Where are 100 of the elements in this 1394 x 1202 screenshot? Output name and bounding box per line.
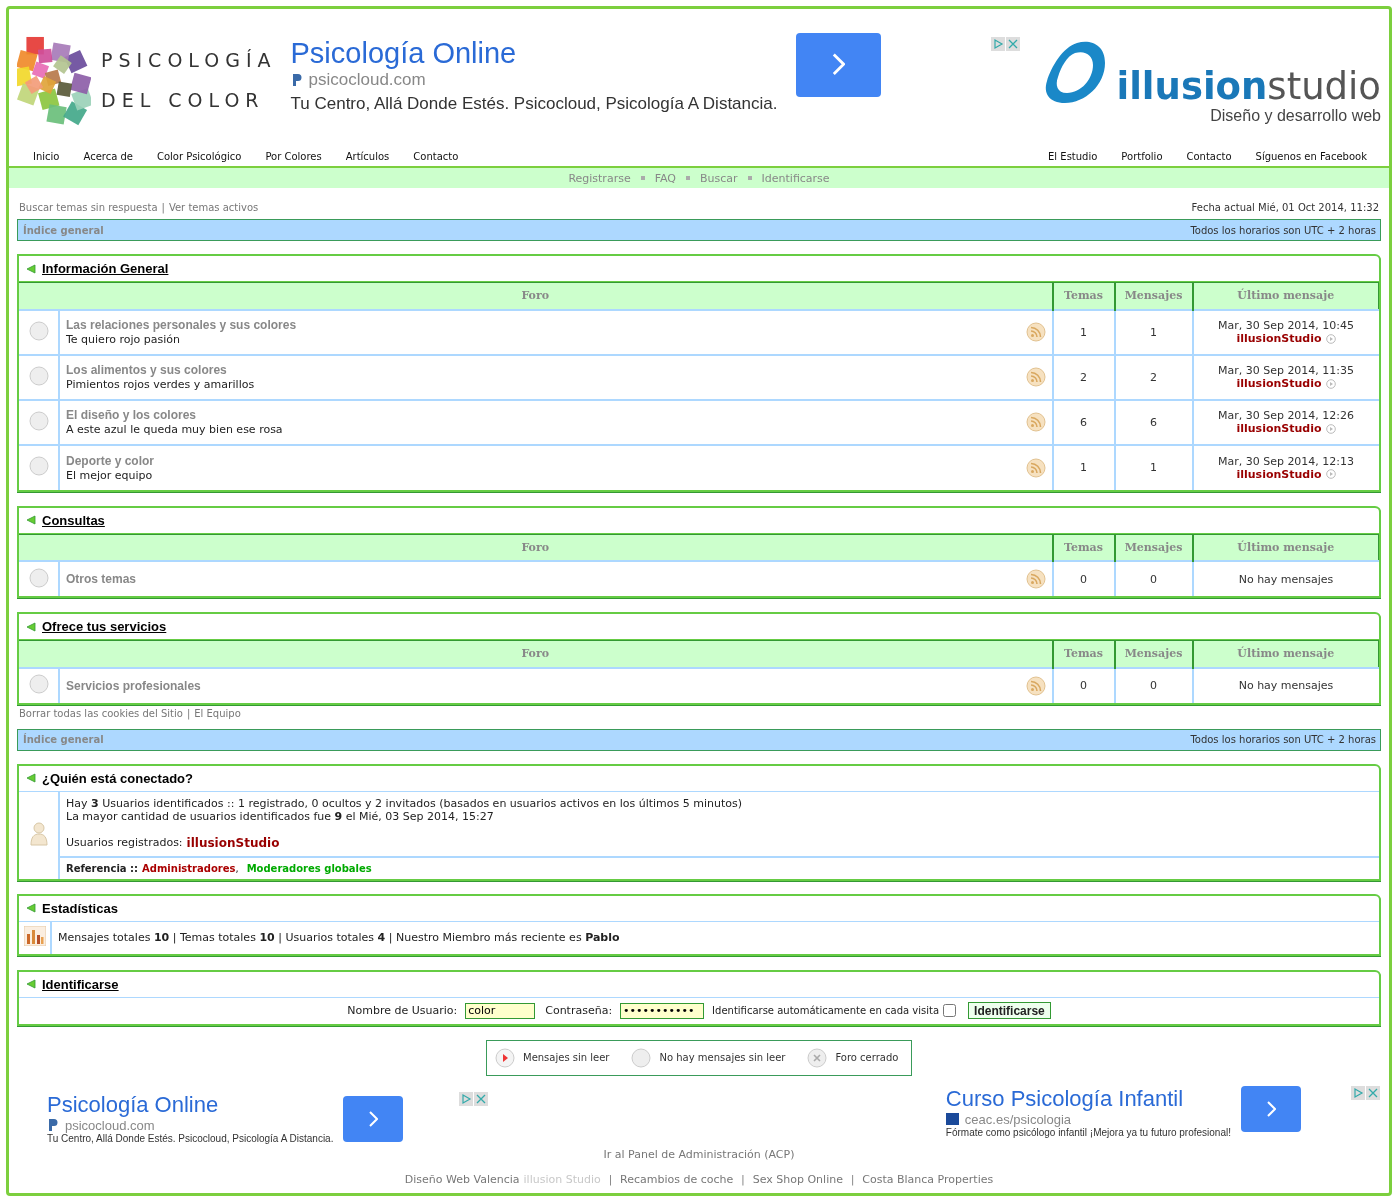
column-header: Temas <box>1052 640 1115 668</box>
read-icon <box>631 1047 652 1068</box>
credit-link[interactable]: Sex Shop Online <box>752 1172 843 1186</box>
ad-arrow-button[interactable] <box>343 1095 404 1142</box>
forum-title[interactable]: El diseño y los colores <box>66 408 283 422</box>
ad-choices-icon[interactable] <box>990 37 1021 51</box>
user-icon <box>29 821 48 846</box>
footer-link[interactable]: Borrar todas las cookies del Sitio <box>19 707 183 719</box>
ad-choices-icon[interactable] <box>459 1091 490 1106</box>
arrow-icon <box>26 263 36 274</box>
nav-link[interactable]: Portfolio <box>1121 151 1163 162</box>
last-post-date: Mar, 30 Sep 2014, 10:45 <box>1217 319 1355 332</box>
studio-logo-text: illusionstudio <box>1116 67 1381 107</box>
user-link[interactable]: illusionStudio <box>186 835 280 850</box>
forum-title[interactable]: Servicios profesionales <box>66 678 201 693</box>
forum-title[interactable]: Deporte y color <box>66 453 155 468</box>
column-header: Mensajes <box>1114 282 1193 310</box>
comma: , <box>235 861 239 875</box>
user-link[interactable]: Identificarse <box>761 171 830 185</box>
quick-link[interactable]: Ver temas activos <box>168 202 259 213</box>
current-date: Fecha actual Mié, 01 Oct 2014, 11:32 <box>1191 202 1379 213</box>
section-title[interactable]: Identificarse <box>42 976 119 992</box>
ad-arrow-button[interactable] <box>1241 1085 1301 1132</box>
posts-count: 2 <box>1150 370 1157 384</box>
autologin-label: Identificarse automáticamente en cada visita <box>712 1005 940 1016</box>
rss-icon[interactable] <box>1025 675 1046 696</box>
login-button[interactable]: Identificarse <box>968 1002 1051 1019</box>
p-icon <box>47 1118 59 1132</box>
legend-label: No hay mensajes sin leer <box>659 1052 786 1063</box>
column-header: Mensajes <box>1114 640 1193 668</box>
last-post-date: Mar, 30 Sep 2014, 12:13 <box>1217 454 1355 468</box>
nav-link[interactable]: Color Psicológico <box>157 151 242 162</box>
separator: | <box>161 202 165 213</box>
logo-text: PSICOLOGÍA <box>101 49 277 71</box>
author-link[interactable]: illusionStudio <box>1236 377 1322 390</box>
separator: | <box>186 707 191 719</box>
footer-link[interactable]: El Equipo <box>194 707 241 719</box>
rss-icon[interactable] <box>1025 457 1046 478</box>
autologin-checkbox[interactable] <box>943 1004 957 1017</box>
ad-title[interactable]: Psicología Online <box>47 1091 334 1118</box>
rss-icon[interactable] <box>1025 367 1046 387</box>
record-text: La mayor cantidad de usuarios identificados fue 9 el Mié, 03 Sep 2014, 15:27 <box>66 809 495 823</box>
password-field[interactable]: ••••••••••• <box>620 1002 705 1019</box>
username-field[interactable]: color <box>465 1002 536 1019</box>
user-link[interactable]: Buscar <box>700 171 738 185</box>
ad-domain: ceac.es/psicologia <box>964 1111 1072 1127</box>
legend-label: Referencia :: <box>66 861 139 875</box>
nav-link[interactable]: Síguenos en Facebook <box>1255 151 1367 162</box>
user-link[interactable]: Registrarse <box>568 171 631 185</box>
ad-arrow-button[interactable] <box>795 32 881 97</box>
credit-link[interactable]: Costa Blanca Properties <box>862 1172 994 1186</box>
column-header: Temas <box>1052 282 1115 310</box>
nav-link[interactable]: Acerca de <box>83 151 133 162</box>
topics-count: 1 <box>1080 325 1087 339</box>
separator: | <box>850 1173 855 1185</box>
author-link[interactable]: illusionStudio <box>1236 332 1322 345</box>
category-title[interactable]: Consultas <box>42 512 105 528</box>
unread-icon <box>495 1047 515 1068</box>
view-latest-icon[interactable] <box>1325 469 1336 479</box>
ad-choices-icon[interactable] <box>1351 1085 1381 1100</box>
nav-link[interactable]: Inicio <box>33 151 60 162</box>
author-link[interactable]: illusionStudio <box>1236 467 1322 481</box>
ad-text: Fórmate como psicólogo infantil ¡Mejora ya tu futuro profesional! <box>945 1126 1231 1138</box>
topics-count: 6 <box>1080 415 1087 429</box>
rss-icon[interactable] <box>1025 322 1046 342</box>
posts-count: 6 <box>1150 415 1157 429</box>
category-title[interactable]: Ofrece tus servicios <box>42 619 167 634</box>
view-latest-icon[interactable] <box>1325 333 1336 344</box>
ad-title[interactable]: Curso Psicología Infantil <box>945 1085 1231 1112</box>
forum-title[interactable]: Las relaciones personales y sus colores <box>66 318 297 332</box>
forum-read-icon <box>28 674 49 694</box>
credit-link[interactable]: Recambios de coche <box>620 1172 734 1186</box>
column-header: Foro <box>19 534 1053 561</box>
view-latest-icon[interactable] <box>1325 378 1336 389</box>
group-link[interactable]: Moderadores globales <box>246 861 372 875</box>
ad-title[interactable]: Psicología Online <box>290 37 778 70</box>
quick-link[interactable]: Buscar temas sin respuesta <box>19 202 158 213</box>
section-heading: ¿Quién está conectado? <box>42 770 193 786</box>
column-header: Foro <box>19 640 1053 668</box>
rss-icon[interactable] <box>1025 412 1046 432</box>
nav-link[interactable]: Contacto <box>413 151 459 162</box>
nav-link[interactable]: Contacto <box>1186 151 1232 162</box>
posts-count: 1 <box>1150 461 1157 474</box>
arrow-icon <box>26 773 36 783</box>
user-link[interactable]: FAQ <box>654 171 676 185</box>
author-link[interactable]: illusionStudio <box>1236 422 1322 435</box>
nav-link[interactable]: El Estudio <box>1048 151 1098 162</box>
nav-link[interactable]: Artículos <box>345 151 390 162</box>
online-summary: Hay 3 Usuarios identificados :: 1 registrado, 0 ocultos y 2 invitados (basados en usuarios activos en los últimos 5 minutos) <box>66 796 743 810</box>
nav-link[interactable]: Por Colores <box>265 151 322 162</box>
bar-chart-icon <box>23 926 46 946</box>
view-latest-icon[interactable] <box>1325 423 1336 434</box>
admin-link[interactable]: Ir al Panel de Administración (ACP) <box>603 1147 795 1161</box>
forum-title[interactable]: Los alimentos y sus colores <box>66 363 255 377</box>
column-header: Último mensaje <box>1192 282 1379 310</box>
credit-link[interactable]: Diseño Web Valencia <box>404 1172 520 1186</box>
forum-title[interactable]: Otros temas <box>66 572 137 586</box>
posts-count: 1 <box>1150 325 1157 339</box>
category-title[interactable]: Información General <box>42 261 169 276</box>
rss-icon[interactable] <box>1025 569 1046 589</box>
